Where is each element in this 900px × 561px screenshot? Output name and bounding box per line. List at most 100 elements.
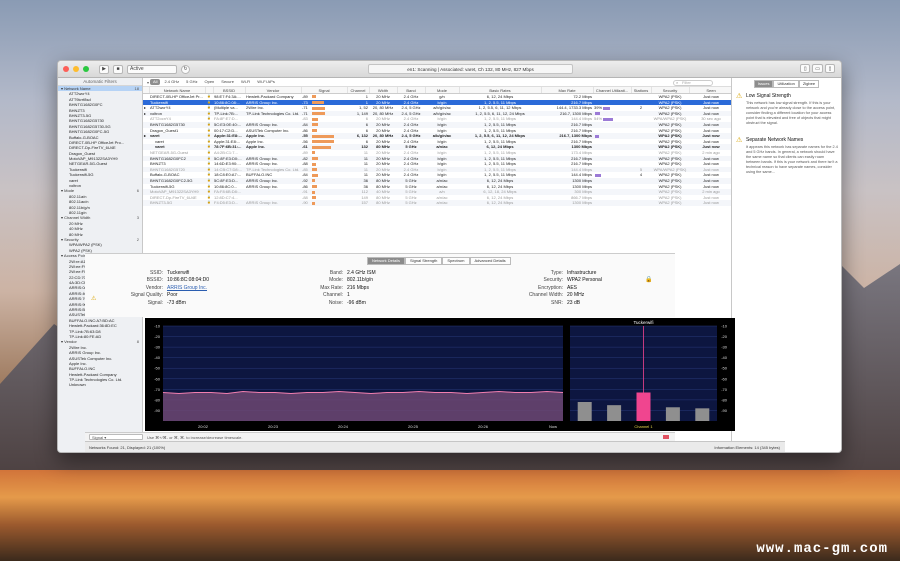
signal-bar: [312, 173, 318, 177]
filter-chips: All 2.4 GHz 5 GHz Open Secure Wi-Fi Wi-Fi APs: [150, 79, 278, 85]
sidebar-item-label: Vendor: [64, 339, 77, 345]
interface-select[interactable]: Active: [127, 64, 177, 74]
issue-title: Separate Network Names: [746, 137, 804, 143]
inspector-tab[interactable]: Issues: [753, 80, 774, 88]
issue-body: It appears this network has separate nam…: [746, 145, 838, 174]
sidebar-item-label: ASUSTek Computer Inc.: [69, 355, 113, 361]
sidebar-toggle-icon[interactable]: ▯: [800, 64, 811, 73]
channel-cell: 157: [347, 200, 369, 206]
utilization-value: 39%: [594, 105, 603, 111]
detail-label: Encryption:: [537, 284, 563, 291]
play-button[interactable]: ▶: [99, 64, 109, 74]
network-name: BHNZT3: [150, 161, 166, 167]
lock-icon: 🔒: [207, 155, 211, 160]
inspector-tab[interactable]: Zigbee: [798, 80, 820, 88]
detail-toggle-icon[interactable]: ▭: [812, 64, 823, 73]
y-tick-label: -40: [154, 355, 161, 360]
signal-bar: [312, 179, 315, 183]
filter-chip[interactable]: 2.4 GHz: [161, 79, 182, 85]
y-tick-label: -60: [721, 376, 728, 381]
lock-icon: 🔒: [207, 110, 211, 115]
detail-tab[interactable]: Advanced Details: [469, 257, 511, 265]
inspector-tab[interactable]: Utilization: [773, 80, 799, 88]
filter-chip[interactable]: Secure: [218, 79, 237, 85]
signal-area: [163, 391, 563, 421]
scan-status: en1: Scanning | Associated: varet, Ch 13…: [368, 64, 573, 74]
filter-chip[interactable]: Wi-Fi APs: [254, 79, 278, 85]
inspector-tabs: Issues Utilization Zigbee: [732, 80, 841, 88]
issue-title: Low Signal Strength: [746, 93, 791, 99]
filter-chip[interactable]: Wi-Fi: [238, 79, 253, 85]
sidebar-list: ▾ Network Name 18 ATT2wcrY4 ATT9krrf8sd BHNT…: [58, 86, 142, 388]
lock-icon: 🔒: [207, 161, 211, 166]
sidebar-item-label: TP-Link:7B:63:D8: [69, 328, 101, 334]
lock-icon: 🔒: [207, 177, 211, 182]
sidebar-header: Automatic Filters: [58, 78, 142, 86]
sidebar-item-label: BHNTG1682G5730: [69, 118, 104, 124]
utilization-bar: [595, 134, 599, 138]
close-window-button[interactable]: [63, 66, 69, 72]
color-swatch-icon[interactable]: [663, 435, 669, 439]
disclosure-triangle-icon[interactable]: ▸: [144, 111, 146, 116]
sidebar-item-label: Dragon_Guest: [69, 150, 96, 156]
zoom-window-button[interactable]: [83, 66, 89, 72]
y-tick-label: -50: [721, 366, 728, 371]
watermark: www.mac-gm.com: [756, 541, 888, 557]
x-tick-label: 20:23: [268, 424, 279, 429]
utilization-bar: [603, 106, 611, 110]
bssid-cell: 5C:E3:0E:40:...: [213, 121, 245, 128]
detail-value: -96 dBm: [347, 299, 366, 306]
signal-bar: [312, 184, 317, 188]
signal-chart-svg: -10 -20 -30 -40 -50 -60 -70 -80 -90 20:02 20:23 20:…: [154, 320, 728, 429]
vendor-link[interactable]: ARRIS Group Inc.: [167, 285, 207, 291]
filter-chip[interactable]: 5 GHz: [183, 79, 200, 85]
lock-icon: 🔒: [207, 127, 211, 132]
graph-type-select[interactable]: Signal ▾: [89, 434, 143, 440]
sidebar-item-label: TP-Link Technologies Co. Ltd.: [69, 377, 123, 383]
vendor-cell: Hewlett-Packard Company: [246, 94, 294, 99]
detail-label: Vendor:: [145, 284, 163, 291]
y-tick-label: -40: [721, 355, 728, 360]
disclosure-triangle-icon[interactable]: ▸: [144, 105, 146, 110]
detail-value: 2.4 GHz ISM: [347, 270, 376, 276]
sidebar-item-label: ATT2wcrY4: [69, 91, 90, 97]
stop-button[interactable]: ■: [113, 64, 123, 74]
sidebar-item-label: Mode: [64, 188, 75, 194]
y-tick-label: -70: [154, 387, 161, 392]
table-row[interactable]: BHNZT3-5G 🔒 F4:D5:E3:D... ARRIS Group Inc. -…: [143, 200, 733, 206]
minimize-window-button[interactable]: [73, 66, 79, 72]
network-name: BHNTG1682G5720: [150, 166, 185, 172]
signal-bar: [312, 101, 325, 105]
detail-label: Type:: [550, 270, 563, 276]
detail-tab[interactable]: Signal Strength: [405, 257, 443, 265]
network-name: BHNTG1682G0FC2-5G: [150, 177, 193, 183]
inspector-pane: Issues Utilization Zigbee ⚠ Low Signal Stre…: [731, 78, 841, 452]
lock-icon: 🔒: [207, 144, 211, 149]
sidebar-item-label: 2Wire Inc.: [69, 344, 88, 350]
sidebar-item[interactable]: Unknown: [58, 382, 142, 387]
stop-icon: ■: [116, 66, 120, 72]
detail-label: Max Rate:: [320, 284, 343, 291]
detail-tab[interactable]: Network Details: [367, 257, 406, 265]
chevron-down-icon[interactable]: ▾: [147, 80, 149, 85]
x-tick-label: 20:26: [478, 424, 489, 429]
mode-cell: a/n/ac: [425, 200, 459, 206]
sidebar-item-label: Access Point: [63, 253, 88, 259]
detail-value: 23 dB: [567, 299, 581, 306]
detail-tab[interactable]: Spectrum: [442, 257, 470, 265]
x-tick-label: 20:02: [198, 424, 209, 429]
disclosure-triangle-icon[interactable]: ▸: [144, 133, 146, 138]
network-name: varet: [155, 138, 164, 144]
filter-chip[interactable]: Open: [201, 79, 217, 85]
inspector-toggle-icon[interactable]: ▯: [825, 64, 835, 73]
refresh-icon: ↻: [183, 66, 188, 72]
lock-icon: 🔒: [207, 105, 211, 110]
filter-chip[interactable]: All: [150, 79, 161, 85]
sidebar-item-label: BUFFALO.INC:A7:BD:AC: [69, 317, 115, 323]
network-name: ATT2wcrY4: [150, 105, 171, 111]
filter-bar: ▾ All 2.4 GHz 5 GHz Open Secure Wi-Fi Wi-Fi AP…: [143, 78, 733, 87]
network-name: BHNTG1682G0FC2: [150, 155, 186, 161]
refresh-button[interactable]: ↻: [181, 64, 190, 74]
filter-search-input[interactable]: ⌕ Filter: [673, 79, 713, 86]
search-icon: ⌕: [676, 79, 679, 85]
